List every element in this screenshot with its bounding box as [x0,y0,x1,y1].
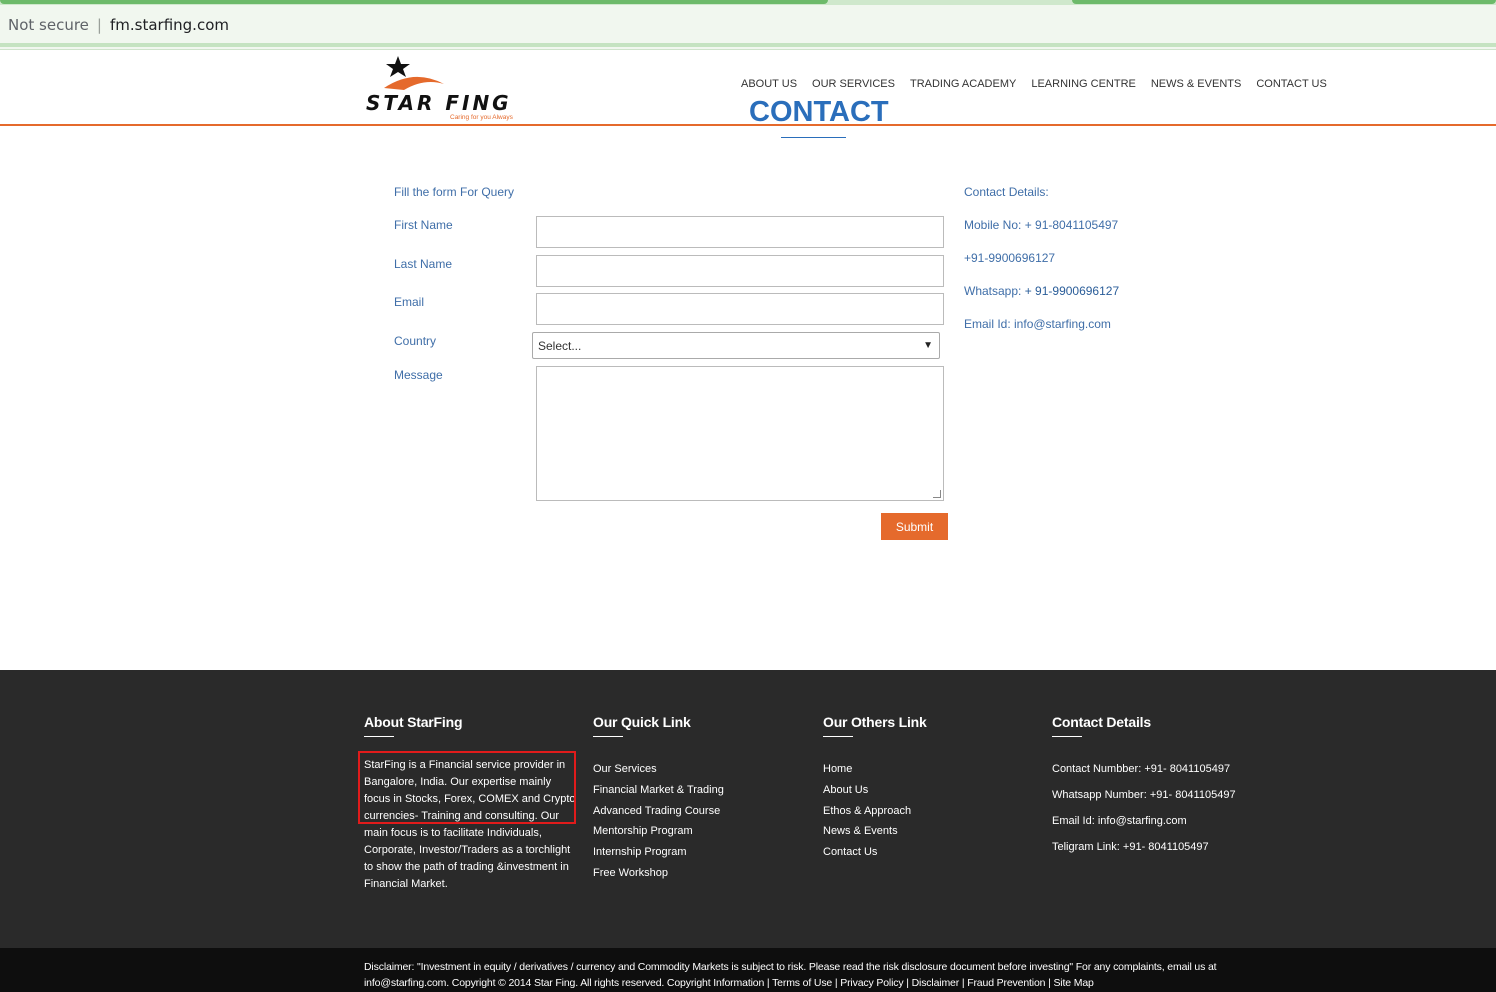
country-selected-value: Select... [538,338,582,353]
footer-others-column: Our Others Link Home About Us Ethos & Ap… [823,714,927,863]
footer-contact-column: Contact Details Contact Numbber: +91- 80… [1052,714,1236,863]
chevron-down-icon: ▼ [923,340,933,351]
other-link-ethos[interactable]: Ethos & Approach [823,801,927,822]
logo-wordmark: STAR FING [366,91,512,115]
other-link-about-us[interactable]: About Us [823,780,927,801]
title-underline [781,137,846,138]
first-name-label: First Name [394,218,453,232]
security-indicator[interactable]: Not secure [8,16,89,34]
logo-star-icon [386,56,410,77]
email-label: Email [394,295,425,309]
footer-title-rule [364,736,394,737]
footer-telegram[interactable]: Teligram Link: +91- 8041105497 [1052,831,1236,863]
quick-link-financial-market[interactable]: Financial Market & Trading [593,780,724,801]
annotation-highlight-box [358,751,576,824]
footer-quick-title: Our Quick Link [593,714,691,730]
footer-others-title: Our Others Link [823,714,927,730]
footer-title-rule [593,736,623,737]
message-label: Message [394,368,443,382]
footer-contact-title: Contact Details [1052,714,1151,730]
country-label: Country [394,334,437,348]
toolbar-border [0,43,1496,47]
address-bar[interactable]: Not secure | fm.starfing.com [0,6,1496,44]
contact-mobile-2: +91-9900696127 [964,251,1056,265]
other-link-home[interactable]: Home [823,759,927,780]
quick-link-our-services[interactable]: Our Services [593,759,724,780]
tab-indicator[interactable] [1072,0,1496,4]
message-textarea[interactable] [536,366,944,501]
nav-trading-academy[interactable]: TRADING ACADEMY [910,78,1016,90]
nav-learning-centre[interactable]: LEARNING CENTRE [1031,78,1136,90]
logo-swoosh-icon [384,76,444,90]
nav-our-services[interactable]: OUR SERVICES [812,78,895,90]
main-nav: ABOUT US OUR SERVICES TRADING ACADEMY LE… [741,78,1342,90]
tab-strip [0,0,1496,5]
active-tab-indicator[interactable] [0,0,828,4]
address-divider: | [96,16,102,34]
contact-whatsapp: Whatsapp: + 91-9900696127 [964,284,1119,298]
last-name-input[interactable] [536,255,944,287]
other-link-news-events[interactable]: News & Events [823,821,927,842]
site-footer: About StarFing StarFing is a Financial s… [0,670,1496,948]
other-link-contact-us[interactable]: Contact Us [823,842,927,863]
footer-title-rule [823,736,853,737]
logo-tagline: Caring for you Always [450,114,514,121]
quick-link-advanced-course[interactable]: Advanced Trading Course [593,801,724,822]
resize-handle-icon[interactable] [933,490,941,498]
whatsapp-label: Whatsapp: [964,284,1025,298]
url-text[interactable]: fm.starfing.com [110,16,229,34]
form-heading: Fill the form For Query [394,185,515,199]
footer-quick-links-column: Our Quick Link Our Services Financial Ma… [593,714,724,884]
nav-contact-us[interactable]: CONTACT US [1256,78,1327,90]
contact-details-heading: Contact Details: [964,185,1049,199]
page-title: CONTACT [749,96,889,128]
site-header: STAR FING Caring for you Always ABOUT US… [0,50,1496,126]
quick-link-free-workshop[interactable]: Free Workshop [593,863,724,884]
submit-button[interactable]: Submit [881,513,948,540]
quick-links-list: Our Services Financial Market & Trading … [593,759,724,884]
disclaimer-bar: Disclaimer: "Investment in equity / deri… [0,948,1496,992]
contact-mobile: Mobile No: + 91-8041105497 [964,218,1119,232]
contact-email[interactable]: Email Id: info@starfing.com [964,317,1111,331]
nav-news-events[interactable]: NEWS & EVENTS [1151,78,1241,90]
email-input[interactable] [536,293,944,325]
disclaimer-text: Disclaimer: "Investment in equity / deri… [364,961,1217,989]
nav-about-us[interactable]: ABOUT US [741,78,797,90]
footer-contact-list: Contact Numbber: +91- 8041105497 Whatsap… [1052,753,1236,863]
starfing-logo[interactable]: STAR FING Caring for you Always [364,54,546,122]
footer-title-rule [1052,736,1082,737]
quick-link-mentorship[interactable]: Mentorship Program [593,821,724,842]
country-select[interactable]: Select... ▼ [532,332,940,359]
first-name-input[interactable] [536,216,944,248]
others-links-list: Home About Us Ethos & Approach News & Ev… [823,759,927,863]
whatsapp-number[interactable]: + 91-9900696127 [1025,284,1119,298]
footer-about-title: About StarFing [364,714,463,730]
last-name-label: Last Name [394,257,453,271]
quick-link-internship[interactable]: Internship Program [593,842,724,863]
